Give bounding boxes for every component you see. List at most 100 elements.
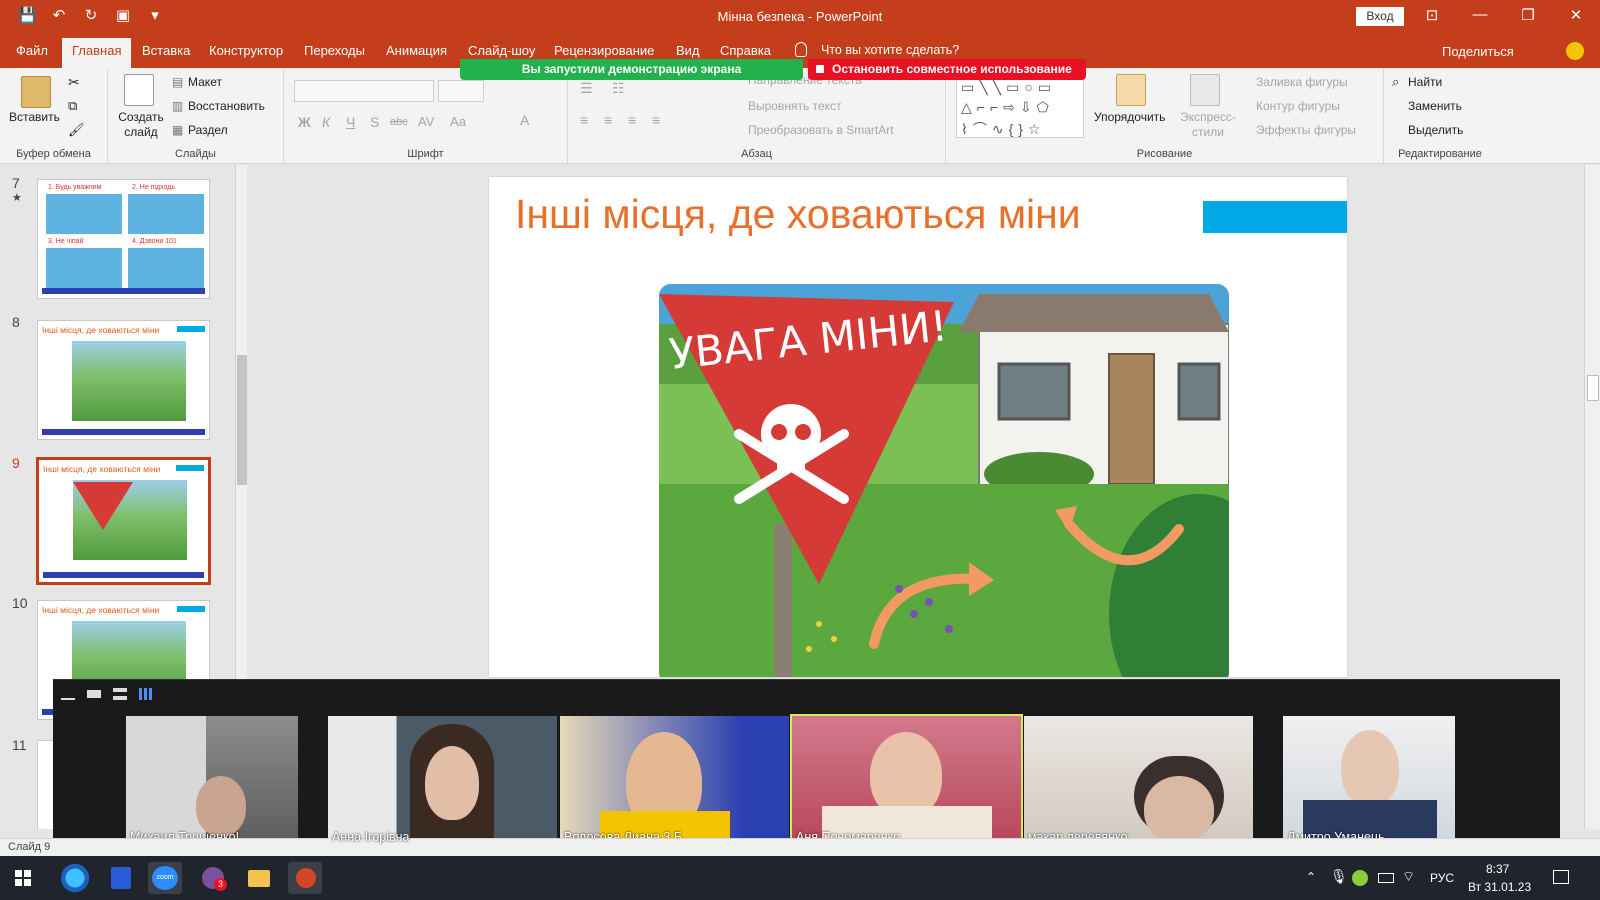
find-button[interactable]: Найти (1408, 75, 1442, 89)
zoom-stop-share-button[interactable]: Остановить совместное использование (808, 59, 1086, 80)
cut-icon[interactable]: ✂ (68, 74, 80, 91)
zoom-app-icon[interactable]: zoom (148, 862, 182, 894)
align-left-icon[interactable]: ≡ (580, 112, 588, 128)
ribbon-display-icon[interactable]: ⊡ (1418, 6, 1446, 24)
slide-scrollbar[interactable] (1584, 165, 1600, 829)
paste-button[interactable]: Вставить (9, 110, 60, 124)
font-color-button[interactable]: А (520, 112, 529, 128)
numbering-icon[interactable]: ☷ (612, 80, 625, 97)
tray-expand-icon[interactable]: ⌃ (1306, 870, 1316, 884)
clock-date[interactable]: Вт 31.01.23 (1468, 880, 1531, 894)
bold-button[interactable]: Ж (298, 114, 311, 130)
slide-scroll-thumb[interactable] (1587, 375, 1599, 401)
participant-tile[interactable]: Михаил Трощенко! (126, 716, 298, 847)
windows-start-icon[interactable] (8, 862, 38, 894)
group-font: Ж К Ч S abc AV Аа А Шрифт (284, 68, 568, 164)
feedback-smiley-icon[interactable] (1566, 42, 1584, 60)
share-button[interactable]: Поделиться (1442, 44, 1514, 59)
slide-title[interactable]: Інші місця, де ховаються міни (515, 191, 1081, 238)
participant-tile[interactable]: Волосова Диана 3 Б (560, 716, 789, 847)
tab-insert[interactable]: Вставка (142, 43, 190, 58)
participant-tile[interactable]: макар деревянко (1024, 716, 1253, 847)
edge-browser-icon[interactable] (58, 862, 92, 894)
slide-thumbnail-7[interactable]: 1. Будь уважним 2. Не підходь 3. Не чіпа… (37, 179, 210, 299)
format-painter-icon[interactable]: 🖌 (68, 122, 85, 138)
restore-button[interactable]: ❐ (1514, 6, 1542, 24)
copy-icon[interactable]: ⧉ (68, 98, 77, 114)
quick-styles-button[interactable]: Экспресс-стили (1178, 110, 1238, 140)
participant-tile[interactable]: Анна Ігорівна (328, 716, 557, 847)
change-case-button[interactable]: Аа (450, 114, 466, 129)
microphone-icon[interactable]: 🎙 (1330, 868, 1348, 885)
tab-home[interactable]: Главная (62, 38, 132, 68)
strikethrough-button[interactable]: abc (390, 116, 408, 128)
language-indicator[interactable]: РУС (1430, 871, 1454, 885)
tab-file[interactable]: Файл (16, 43, 48, 58)
layout-button[interactable]: Макет (188, 75, 222, 89)
font-size-select[interactable] (438, 80, 484, 102)
shapes-gallery[interactable]: ▭╲╲▭○▭ △⌐⌐⇨⇩⬠ ⌇⌒∿{}☆ (956, 76, 1084, 138)
tab-design[interactable]: Конструктор (209, 43, 283, 58)
tray-app-icon[interactable] (1352, 870, 1368, 886)
speaker-view-icon[interactable] (87, 690, 101, 698)
tab-review[interactable]: Рецензирование (554, 43, 654, 58)
replace-button[interactable]: Заменить (1408, 99, 1462, 113)
editing-group-label: Редактирование (1398, 148, 1482, 160)
align-right-icon[interactable]: ≡ (628, 112, 636, 128)
tab-animations[interactable]: Анимация (386, 43, 447, 58)
thumbnails-scroll-thumb[interactable] (237, 355, 247, 485)
slide7-label: 4. Дзвони 101 (132, 238, 177, 245)
font-name-select[interactable] (294, 80, 434, 102)
shape-outline-button[interactable]: Контур фигуры (1256, 99, 1340, 113)
char-spacing-button[interactable]: AV (418, 114, 434, 129)
save-disk-icon[interactable] (104, 862, 138, 894)
tell-me-box[interactable]: Что вы хотите сделать? (821, 43, 959, 57)
slide-thumbnail-9[interactable]: Інші місця, де ховаються міни (36, 457, 211, 585)
tab-view[interactable]: Вид (676, 43, 700, 58)
file-explorer-icon[interactable] (242, 862, 276, 894)
participant-tile[interactable]: Дмитро Уманець (1283, 716, 1455, 847)
arrange-button[interactable]: Упорядочить (1094, 110, 1165, 124)
minimize-button[interactable]: — (1466, 6, 1494, 23)
gallery-view-icon[interactable] (139, 688, 153, 700)
battery-icon[interactable] (1378, 873, 1394, 883)
tab-transitions[interactable]: Переходы (304, 43, 365, 58)
mine-warning-illustration[interactable]: УВАГА МІНИ! (659, 284, 1229, 677)
minimize-video-icon[interactable] (61, 688, 75, 700)
strip-view-icon[interactable] (113, 688, 127, 700)
participant-face (1144, 776, 1214, 842)
login-button[interactable]: Вход (1356, 7, 1404, 26)
gallery-toolbar (61, 688, 153, 700)
underline-button[interactable]: Ч (346, 114, 355, 130)
italic-button[interactable]: К (322, 114, 330, 130)
slide-thumbnail-8[interactable]: Інші місця, де ховаються міни (37, 320, 210, 440)
font-group-label: Шрифт (407, 148, 444, 160)
participant-face (1341, 730, 1399, 806)
new-slide-button[interactable]: Создать слайд (118, 110, 164, 140)
align-text-button[interactable]: Выровнять текст (748, 99, 841, 113)
clock-time[interactable]: 8:37 (1486, 862, 1509, 876)
participant-tile-active-speaker[interactable]: Аня Пономаренко (790, 714, 1023, 849)
powerpoint-icon[interactable] (288, 862, 322, 894)
notifications-icon[interactable] (1553, 870, 1569, 884)
tab-slideshow[interactable]: Слайд-шоу (468, 43, 535, 58)
thumb-title: Інші місця, де ховаються міни (42, 325, 160, 335)
thumb-footer-bar (42, 429, 205, 435)
section-button[interactable]: Раздел (188, 123, 228, 137)
smartart-button[interactable]: Преобразовать в SmartArt (748, 123, 894, 137)
viber-icon[interactable]: 3 (196, 862, 230, 894)
bullets-icon[interactable]: ☰ (580, 80, 593, 97)
select-button[interactable]: Выделить (1408, 123, 1463, 137)
close-button[interactable]: ✕ (1562, 6, 1590, 24)
slide7-label: 1. Будь уважним (48, 184, 102, 191)
tab-help[interactable]: Справка (720, 43, 771, 58)
shadow-button[interactable]: S (370, 114, 379, 130)
status-bar: Слайд 9 (0, 838, 1600, 856)
wifi-icon[interactable]: ⌔ (1402, 868, 1415, 886)
reset-button[interactable]: Восстановить (188, 99, 265, 113)
shape-effects-button[interactable]: Эффекты фигуры (1256, 123, 1356, 137)
align-center-icon[interactable]: ≡ (604, 112, 612, 128)
current-slide[interactable]: Інші місця, де ховаються міни УВАГА МІНИ… (489, 177, 1347, 677)
shape-fill-button[interactable]: Заливка фигуры (1256, 75, 1348, 89)
justify-icon[interactable]: ≡ (652, 112, 660, 128)
